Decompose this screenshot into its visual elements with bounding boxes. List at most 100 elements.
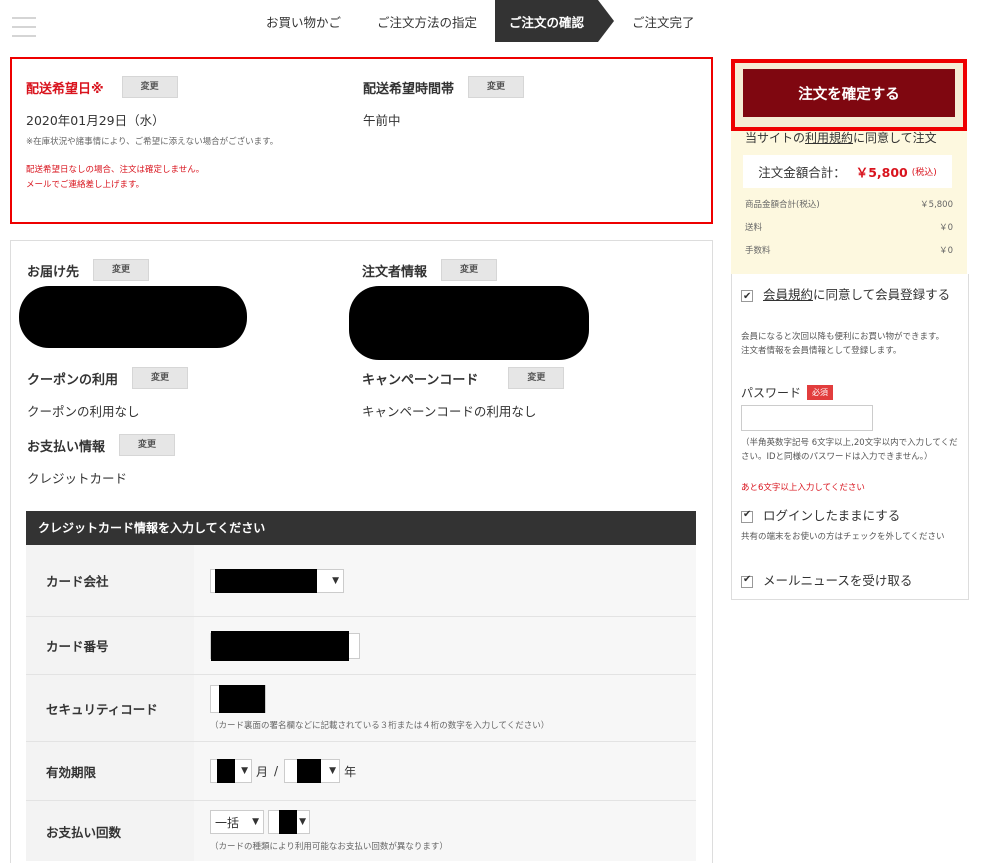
delivery-red-note-1: 配送希望日なしの場合、注文は確定しません。 xyxy=(26,165,205,175)
expiry-row: 有効期限 ▼ 月 / ▼ 年 xyxy=(26,742,696,801)
security-code-hint: （カード裏面の署名欄などに記載されている３桁または４桁の数字を入力してください） xyxy=(210,721,550,731)
delivery-date-note: ※在庫状況や諸事情により、ご希望に添えない場合がございます。 xyxy=(26,137,279,147)
card-number-input[interactable] xyxy=(210,630,360,661)
register-member-checkbox[interactable] xyxy=(741,288,753,306)
stay-login-label: ログインしたままにする xyxy=(762,508,901,523)
terms-line: 当サイトの利用規約に同意して注文 xyxy=(745,129,937,146)
expiry-month-select[interactable]: ▼ xyxy=(210,759,252,783)
installments-count-select[interactable]: ▼ xyxy=(268,810,310,834)
security-code-row: セキュリティコード （カード裏面の署名欄などに記載されている３桁または４桁の数字… xyxy=(26,675,696,742)
checkout-steps: お買い物かご ご注文方法の指定 ご注文の確認 ご注文完了 xyxy=(248,0,713,42)
shipto-change-button[interactable]: 変更 xyxy=(93,259,150,281)
expiry-year-redacted xyxy=(297,759,322,783)
terms-link[interactable]: 利用規約 xyxy=(805,131,853,145)
delivery-red-note-2: メールでご連絡差し上げます。 xyxy=(26,180,145,190)
card-company-redacted xyxy=(215,568,317,593)
step-cart: お買い物かご xyxy=(266,14,342,30)
member-note-2: 注文者情報を会員情報として登録します。 xyxy=(741,346,902,356)
year-unit: 年 xyxy=(344,764,357,779)
confirm-order-button[interactable]: 注文を確定する xyxy=(743,69,955,117)
card-company-label: カード会社 xyxy=(26,545,194,616)
member-register-text: に同意して会員登録する xyxy=(813,287,951,302)
delivery-time-value: 午前中 xyxy=(363,113,401,128)
month-unit: 月 xyxy=(256,764,269,779)
delivery-time-change-button[interactable]: 変更 xyxy=(468,76,525,98)
expiry-label: 有効期限 xyxy=(26,742,194,800)
delivery-date-change-button[interactable]: 変更 xyxy=(121,76,178,98)
card-number-row: カード番号 xyxy=(26,617,696,675)
subtotal-row: 商品金額合計(税込) ￥5,800 xyxy=(745,198,953,210)
installments-value: 一括 xyxy=(215,815,240,830)
chevron-down-icon: ▼ xyxy=(241,766,248,776)
card-company-row: カード会社 ▼ xyxy=(26,545,696,617)
fee-row: 手数料 ￥0 xyxy=(745,244,953,256)
card-number-label: カード番号 xyxy=(26,617,194,674)
shipping-label: 送料 xyxy=(745,223,763,233)
shipto-title: お届け先 xyxy=(27,264,80,280)
security-code-redacted xyxy=(219,685,265,713)
installments-hint: （カードの種類により利用可能なお支払い回数が異なります） xyxy=(210,842,448,852)
campaign-value: キャンペーンコードの利用なし xyxy=(362,404,537,419)
subtotal-value: ￥5,800 xyxy=(920,200,953,210)
menu-icon[interactable] xyxy=(12,17,36,39)
coupon-title: クーポンの利用 xyxy=(27,372,119,388)
payment-title: お支払い情報 xyxy=(27,439,106,455)
delivery-time-title: 配送希望時間帯 xyxy=(363,81,455,97)
chevron-down-icon: ▼ xyxy=(299,817,306,827)
subtotal-label: 商品金額合計(税込) xyxy=(745,200,820,210)
fee-value: ￥0 xyxy=(939,246,953,256)
campaign-title: キャンペーンコード xyxy=(362,372,479,388)
security-code-input[interactable] xyxy=(210,685,266,713)
order-summary: 当サイトの利用規約に同意して注文 注文金額合計： ￥5,800 (税込) 商品金… xyxy=(731,131,967,274)
credit-card-header: クレジットカード情報を入力してください xyxy=(26,511,696,545)
delivery-section: 配送希望日※ 変更 2020年01月29日（水） ※在庫状況や諸事情により、ご希… xyxy=(10,57,713,224)
terms-suffix: に同意して注文 xyxy=(853,131,937,145)
card-company-select[interactable]: ▼ xyxy=(210,568,344,593)
expiry-year-select[interactable]: ▼ xyxy=(284,759,341,783)
chevron-down-icon: ▼ xyxy=(332,575,339,586)
password-input[interactable] xyxy=(741,405,873,431)
stay-login-note: 共有の端末をお使いの方はチェックを外してください xyxy=(741,532,945,542)
delivery-date-value: 2020年01月29日（水） xyxy=(26,113,165,128)
step-complete: ご注文完了 xyxy=(632,14,695,30)
installments-row: お支払い回数 一括 ▼ ▼ （カードの種類により利用可能なお支払い回数が異なりま… xyxy=(26,801,696,861)
step-order-method: ご注文方法の指定 xyxy=(377,14,478,30)
chevron-down-icon: ▼ xyxy=(329,766,337,776)
installments-count-redacted xyxy=(279,810,297,834)
total-tax-label: (税込) xyxy=(911,168,937,178)
member-registration: 会員規約に同意して会員登録する 会員になると次回以降も便利にお買い物ができます。… xyxy=(731,274,969,600)
payment-value: クレジットカード xyxy=(27,471,128,486)
terms-prefix: 当サイトの xyxy=(745,131,806,145)
total-price: ￥5,800 xyxy=(855,165,908,180)
shipto-redacted xyxy=(19,286,247,348)
newsletter-label: メールニュースを受け取る xyxy=(762,573,913,588)
member-terms-link[interactable]: 会員規約 xyxy=(763,287,813,302)
newsletter-checkbox[interactable] xyxy=(741,574,753,588)
shipping-value: ￥0 xyxy=(939,223,953,233)
password-remaining: あと6文字以上入力してください xyxy=(741,483,865,493)
fee-label: 手数料 xyxy=(745,246,771,256)
chevron-down-icon: ▼ xyxy=(252,817,259,827)
delivery-date-title: 配送希望日※ xyxy=(26,81,104,97)
password-hint: （半角英数字記号 6文字以上,20文字以内で入力してください。IDと同様のパスワ… xyxy=(741,438,958,462)
coupon-change-button[interactable]: 変更 xyxy=(132,367,189,389)
stay-login-checkbox[interactable] xyxy=(741,509,753,523)
payment-change-button[interactable]: 変更 xyxy=(119,434,176,456)
shipping-row: 送料 ￥0 xyxy=(745,221,953,233)
order-total: 注文金額合計： ￥5,800 (税込) xyxy=(743,155,952,188)
card-number-redacted xyxy=(211,630,349,661)
member-note-1: 会員になると次回以降も便利にお買い物ができます。 xyxy=(741,332,945,342)
step-confirm: ご注文の確認 xyxy=(495,0,615,42)
password-label: パスワード xyxy=(741,386,802,400)
confirm-order-highlight: 注文を確定する xyxy=(731,59,967,131)
installments-select[interactable]: 一括 ▼ xyxy=(210,810,264,834)
campaign-change-button[interactable]: 変更 xyxy=(508,367,565,389)
installments-label: お支払い回数 xyxy=(26,801,194,861)
required-badge: 必須 xyxy=(807,385,834,400)
total-label: 注文金額合計： xyxy=(758,165,846,180)
orderer-change-button[interactable]: 変更 xyxy=(441,259,498,281)
credit-card-form: クレジットカード情報を入力してください カード会社 ▼ カード番号 セキュリティ… xyxy=(26,511,696,861)
expiry-separator: / xyxy=(274,764,279,778)
expiry-month-redacted xyxy=(217,759,235,783)
coupon-value: クーポンの利用なし xyxy=(27,404,140,419)
